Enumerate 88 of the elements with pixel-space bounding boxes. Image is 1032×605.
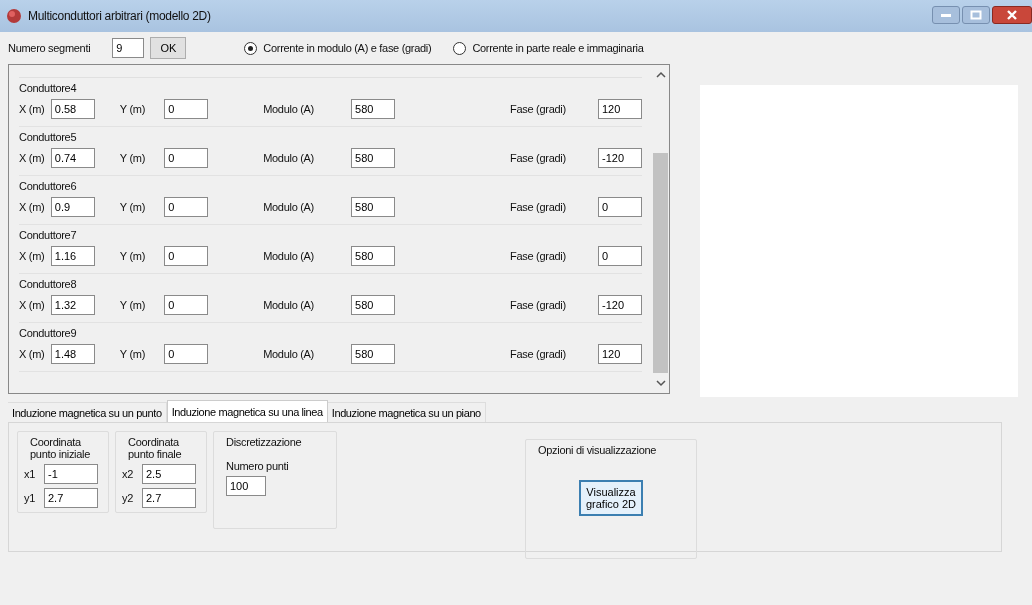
segments-label: Numero segmenti: [8, 42, 91, 54]
conductor-label: Conduttore5: [19, 130, 78, 145]
plot-button[interactable]: Visualizza grafico 2D: [579, 480, 643, 516]
modulus-label: Modulo (A): [262, 299, 315, 311]
y-label: Y (m): [118, 152, 146, 164]
y-field[interactable]: 0: [164, 197, 209, 217]
minimize-icon: [940, 12, 952, 18]
segments-field[interactable]: 9: [112, 38, 145, 58]
y-field[interactable]: 0: [164, 148, 209, 168]
maximize-button[interactable]: [962, 6, 990, 24]
scroll-down-icon: [655, 379, 666, 387]
phase-label: Fase (gradi): [509, 348, 567, 360]
x-field[interactable]: 1.32: [50, 295, 95, 315]
coordinate-field[interactable]: -1: [44, 464, 98, 484]
y-label: Y (m): [118, 299, 146, 311]
x-label: X (m): [19, 348, 46, 360]
coordinate-label: x1: [24, 468, 37, 480]
modulus-field[interactable]: 580: [351, 344, 396, 364]
close-button[interactable]: [992, 6, 1032, 24]
tab[interactable]: Induzione magnetica su una linea: [166, 400, 328, 422]
y-label: Y (m): [118, 103, 146, 115]
modulus-field[interactable]: 580: [351, 295, 396, 315]
modulus-field[interactable]: 580: [351, 99, 396, 119]
phase-label: Fase (gradi): [509, 299, 567, 311]
y-label: Y (m): [118, 348, 146, 360]
scroll-up-icon: [655, 71, 666, 79]
conductor-label: Conduttore4: [19, 81, 78, 96]
phase-field[interactable]: -120: [598, 148, 642, 168]
tab[interactable]: Induzione magnetica su un piano: [327, 402, 486, 422]
y-field[interactable]: 0: [164, 246, 209, 266]
x-label: X (m): [19, 103, 46, 115]
coordinate-label: y1: [24, 492, 37, 504]
y-field[interactable]: 0: [164, 344, 209, 364]
coordinate-field[interactable]: 2.7: [142, 488, 196, 508]
phase-field[interactable]: 0: [598, 197, 642, 217]
x-label: X (m): [19, 250, 46, 262]
radio-option[interactable]: Corrente in parte reale e immaginaria: [453, 41, 644, 55]
y-label: Y (m): [118, 250, 146, 262]
y-label: Y (m): [118, 201, 146, 213]
modulus-label: Modulo (A): [262, 201, 315, 213]
tab[interactable]: Induzione magnetica su un punto: [8, 402, 167, 422]
y-field[interactable]: 0: [164, 99, 209, 119]
modulus-field[interactable]: 580: [351, 197, 396, 217]
points-field[interactable]: 100: [226, 476, 266, 496]
group-title: Opzioni di visualizzazione: [538, 444, 658, 456]
coordinate-label: y2: [122, 492, 135, 504]
conductor-label: Conduttore6: [19, 179, 78, 194]
ok-button[interactable]: OK: [150, 37, 187, 59]
x-label: X (m): [19, 201, 46, 213]
modulus-label: Modulo (A): [262, 348, 315, 360]
modulus-label: Modulo (A): [262, 103, 315, 115]
app-icon: [6, 8, 22, 24]
radio-option[interactable]: Corrente in modulo (A) e fase (gradi): [244, 41, 432, 55]
close-icon: [1006, 9, 1018, 21]
phase-label: Fase (gradi): [509, 201, 567, 213]
modulus-field[interactable]: 580: [351, 148, 396, 168]
phase-label: Fase (gradi): [509, 152, 567, 164]
phase-label: Fase (gradi): [509, 250, 567, 262]
group-title: Discretizzazione: [226, 436, 303, 448]
y-field[interactable]: 0: [164, 295, 209, 315]
conductor-label: Conduttore8: [19, 277, 78, 292]
phase-field[interactable]: 120: [598, 344, 642, 364]
phase-field[interactable]: 0: [598, 246, 642, 266]
x-field[interactable]: 0.58: [50, 99, 95, 119]
window-title: Multiconduttori arbitrari (modello 2D): [28, 9, 211, 23]
scroll-thumb[interactable]: [653, 153, 668, 373]
x-field[interactable]: 0.74: [50, 148, 95, 168]
coordinate-label: x2: [122, 468, 135, 480]
modulus-label: Modulo (A): [262, 152, 315, 164]
group-title: Coordinata punto finale: [128, 436, 183, 460]
coordinate-field[interactable]: 2.7: [44, 488, 98, 508]
x-field[interactable]: 1.16: [50, 246, 95, 266]
phase-field[interactable]: 120: [598, 99, 642, 119]
modulus-label: Modulo (A): [262, 250, 315, 262]
coordinate-field[interactable]: 2.5: [142, 464, 196, 484]
phase-label: Fase (gradi): [509, 103, 567, 115]
minimize-button[interactable]: [932, 6, 960, 24]
x-label: X (m): [19, 152, 46, 164]
x-label: X (m): [19, 299, 46, 311]
modulus-field[interactable]: 580: [351, 246, 396, 266]
x-field[interactable]: 1.48: [50, 344, 95, 364]
group-title: Coordinata punto iniziale: [30, 436, 91, 460]
conductor-label: Conduttore7: [19, 228, 78, 243]
conductor-label: Conduttore9: [19, 326, 78, 341]
phase-field[interactable]: -120: [598, 295, 642, 315]
points-label: Numero punti: [226, 460, 290, 472]
maximize-icon: [970, 10, 982, 20]
x-field[interactable]: 0.9: [50, 197, 95, 217]
